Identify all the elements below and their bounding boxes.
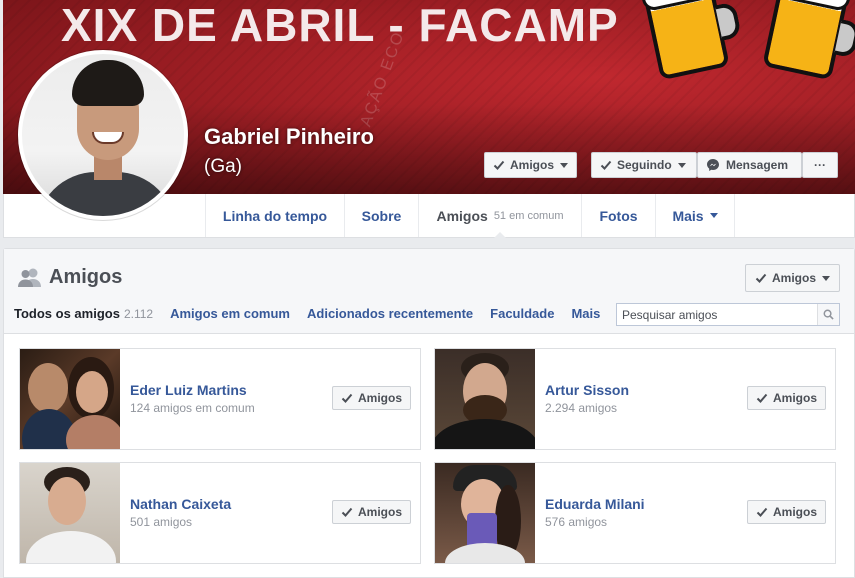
all-friends-count: 2.112 <box>123 307 154 321</box>
friends-section-title: Amigos <box>49 266 123 288</box>
friend-card: Nathan Caixeta 501 amigos Amigos <box>19 462 421 564</box>
beer-mug-icon <box>762 0 855 81</box>
friend-photo[interactable] <box>435 463 535 563</box>
check-icon <box>755 273 767 283</box>
profile-alternate-name: (Ga) <box>204 156 242 177</box>
friends-status-label: Amigos <box>509 158 554 172</box>
tab-more-filters[interactable]: Mais <box>571 306 600 321</box>
friend-subtitle[interactable]: 501 amigos <box>130 515 192 529</box>
friend-photo[interactable] <box>20 463 120 563</box>
check-icon <box>493 160 505 170</box>
friend-name[interactable]: Artur Sisson <box>545 382 629 398</box>
tab-college[interactable]: Faculdade <box>490 306 554 321</box>
cover-title-text: XIX DE ABRIL - FACAMP <box>61 0 619 51</box>
check-icon <box>341 393 353 403</box>
friends-panel-header: Amigos Amigos Todos os amigos 2.112 Amigo… <box>4 249 854 334</box>
check-icon <box>756 507 768 517</box>
friend-status-label: Amigos <box>357 505 402 519</box>
message-label: Mensagem <box>726 158 789 172</box>
friend-status-label: Amigos <box>357 391 402 405</box>
friends-header-button[interactable]: Amigos <box>744 264 840 292</box>
chevron-down-icon <box>822 275 830 281</box>
search-button[interactable] <box>817 304 839 325</box>
messenger-icon <box>707 159 719 171</box>
tab-all-friends[interactable]: Todos os amigos 2.112 <box>14 306 153 321</box>
tab-photos-label: Fotos <box>599 207 638 224</box>
friend-status-label: Amigos <box>772 505 817 519</box>
more-options-button[interactable]: ··· <box>802 152 838 178</box>
message-button[interactable]: Mensagem <box>697 152 802 178</box>
search-friends-input[interactable] <box>617 304 817 325</box>
tab-friends-mutual-count: 51 em comum <box>493 209 564 222</box>
friend-name[interactable]: Eduarda Milani <box>545 496 645 512</box>
friends-header-button-label: Amigos <box>771 271 816 285</box>
friend-status-label: Amigos <box>772 391 817 405</box>
friends-status-button[interactable]: Amigos <box>484 152 577 178</box>
friend-subtitle[interactable]: 576 amigos <box>545 515 607 529</box>
beer-mug-icon <box>639 0 743 81</box>
profile-picture[interactable] <box>18 50 188 220</box>
tab-timeline[interactable]: Linha do tempo <box>205 194 344 237</box>
following-button[interactable]: Seguindo <box>591 152 697 178</box>
tab-photos[interactable]: Fotos <box>581 194 655 237</box>
friends-panel: Amigos Amigos Todos os amigos 2.112 Amigo… <box>3 248 855 578</box>
check-icon <box>341 507 353 517</box>
friend-status-button[interactable]: Amigos <box>331 500 411 524</box>
friend-status-button[interactable]: Amigos <box>746 386 826 410</box>
friends-filter-tabs: Todos os amigos 2.112 Amigos em comum Adi… <box>14 306 617 321</box>
search-icon <box>823 309 834 320</box>
friend-name[interactable]: Eder Luiz Martins <box>130 382 247 398</box>
friend-status-button[interactable]: Amigos <box>331 386 411 410</box>
tab-more[interactable]: Mais <box>655 194 735 237</box>
following-label: Seguindo <box>617 158 672 172</box>
tab-friends-label: Amigos <box>436 207 488 224</box>
friend-card: Eder Luiz Martins 124 amigos em comum Am… <box>19 348 421 450</box>
check-icon <box>756 393 768 403</box>
friend-card: Eduarda Milani 576 amigos Amigos <box>434 462 836 564</box>
check-icon <box>600 160 612 170</box>
tab-about[interactable]: Sobre <box>344 194 418 237</box>
friends-search-box <box>616 303 840 326</box>
friend-name[interactable]: Nathan Caixeta <box>130 496 231 512</box>
chevron-down-icon <box>709 213 718 218</box>
tab-all-friends-label: Todos os amigos <box>14 306 120 321</box>
friends-icon <box>18 268 41 287</box>
tab-about-label: Sobre <box>361 207 402 224</box>
tab-mutual-friends[interactable]: Amigos em comum <box>170 306 290 321</box>
friend-photo[interactable] <box>20 349 120 449</box>
friend-subtitle[interactable]: 2.294 amigos <box>545 401 617 415</box>
friend-card: Artur Sisson 2.294 amigos Amigos <box>434 348 836 450</box>
friend-status-button[interactable]: Amigos <box>746 500 826 524</box>
more-dots-icon: ··· <box>814 158 826 172</box>
tab-friends[interactable]: Amigos 51 em comum <box>418 194 581 238</box>
friend-photo[interactable] <box>435 349 535 449</box>
friend-subtitle[interactable]: 124 amigos em comum <box>130 401 255 415</box>
profile-name[interactable]: Gabriel Pinheiro <box>204 124 374 150</box>
tab-recently-added[interactable]: Adicionados recentemente <box>307 306 473 321</box>
tab-more-label: Mais <box>672 207 704 224</box>
tab-timeline-label: Linha do tempo <box>222 207 328 224</box>
chevron-down-icon <box>560 162 568 168</box>
chevron-down-icon <box>677 162 686 168</box>
